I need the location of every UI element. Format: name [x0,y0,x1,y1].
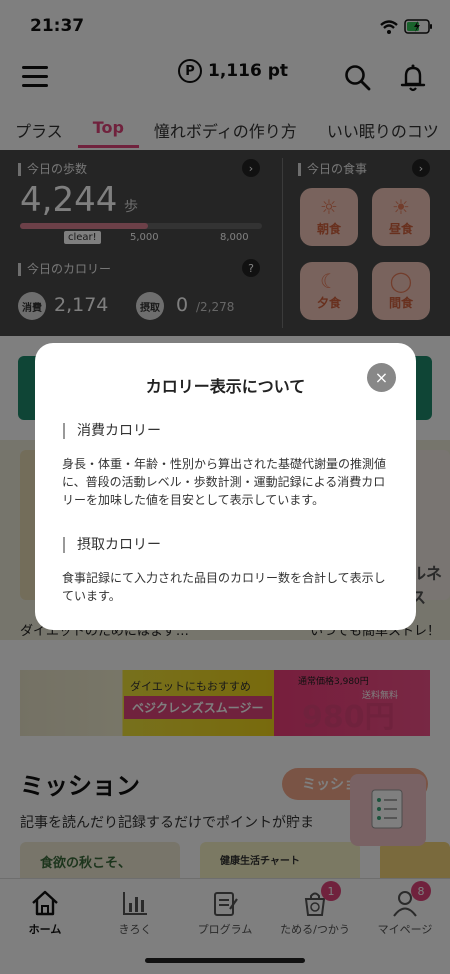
close-icon[interactable]: × [367,363,396,392]
modal-section-intake-title: 摂取カロリー [63,537,161,553]
modal-section-intake-body: 食事記録にて入力された品目のカロリー数を合計して表示しています。 [62,571,386,603]
modal-section-burn-body: 身長・体重・年齢・性別から算出された基礎代謝量の推測値に、普段の活動レベル・歩数… [62,457,387,507]
home-indicator [145,958,305,963]
modal-title: カロリー表示について [145,377,306,396]
modal-section-burn-title: 消費カロリー [63,423,161,439]
calorie-info-modal: カロリー表示について × 消費カロリー 身長・体重・年齢・性別から算出された基礎… [35,343,416,630]
